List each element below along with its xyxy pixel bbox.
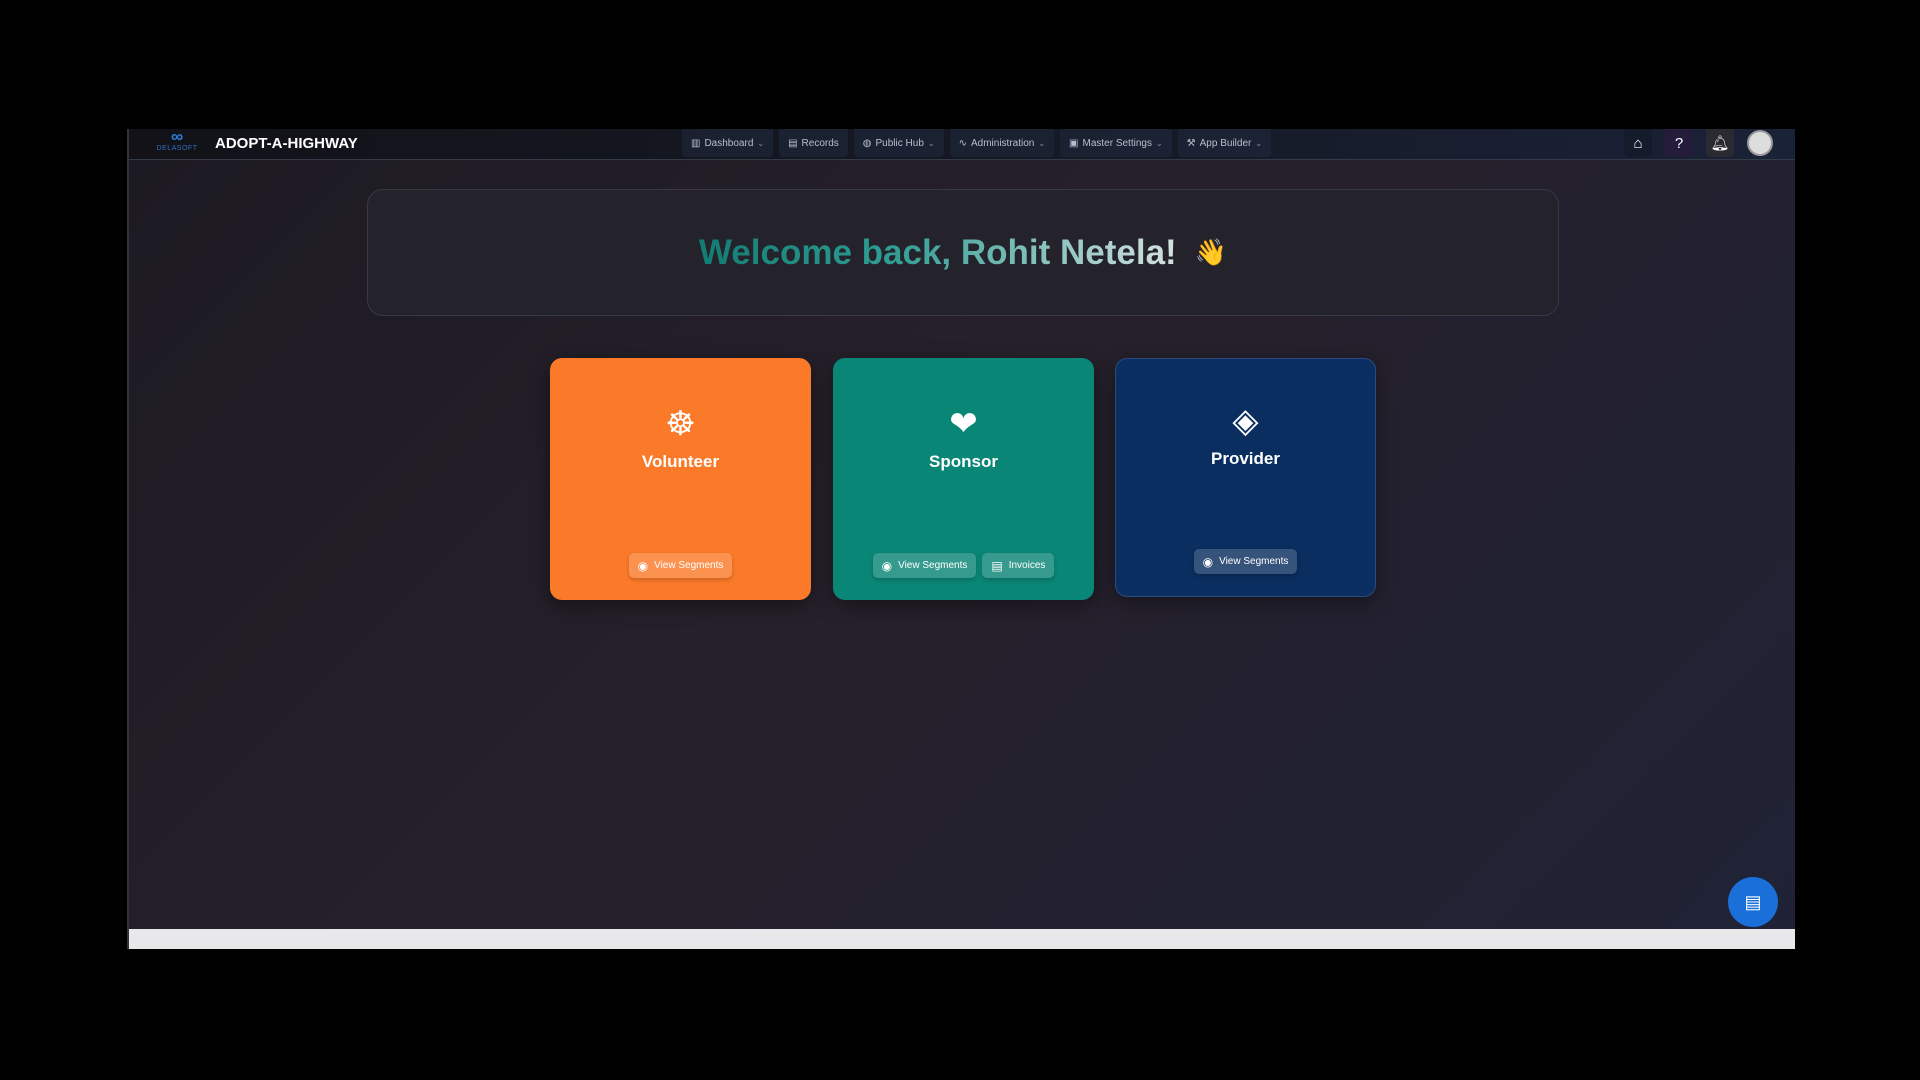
- view-segments-button[interactable]: ◉View Segments: [629, 553, 733, 578]
- handshake-icon: ◈: [1116, 401, 1375, 441]
- eye-icon: ◉: [1203, 555, 1213, 569]
- chevron-down-icon: ⌄: [1255, 139, 1262, 148]
- user-avatar[interactable]: [1747, 130, 1773, 156]
- dashboard-icon: ▥: [691, 138, 700, 149]
- chevron-down-icon: ⌄: [757, 139, 764, 148]
- waving-hand-icon: 👋: [1195, 237, 1227, 268]
- volunteer-group-icon: ☸: [550, 404, 811, 444]
- provider-card[interactable]: ◈ Provider ◉View Segments: [1115, 358, 1376, 597]
- tools-icon: ⚒: [1187, 138, 1196, 149]
- menu-records[interactable]: ▤Records: [779, 129, 848, 157]
- menu-dashboard[interactable]: ▥Dashboard⌄: [682, 129, 773, 157]
- menu-app-builder[interactable]: ⚒App Builder⌄: [1178, 129, 1271, 157]
- delasoft-logo[interactable]: ∞DELASOFT: [153, 129, 201, 159]
- eye-icon: ◉: [638, 559, 648, 573]
- card-title: Volunteer: [550, 452, 811, 472]
- top-navbar: ∞DELASOFT ADOPT-A-HIGHWAY ▥Dashboard⌄ ▤R…: [129, 129, 1795, 160]
- view-segments-button[interactable]: ◉View Segments: [873, 553, 977, 578]
- menu-public-hub[interactable]: ◍Public Hub⌄: [854, 129, 944, 157]
- card-title: Sponsor: [833, 452, 1094, 472]
- folder-icon: ▤: [788, 138, 797, 149]
- welcome-heading: Welcome back, Rohit Netela!: [699, 233, 1177, 273]
- home-icon[interactable]: ⌂: [1624, 129, 1652, 157]
- notification-bell-icon[interactable]: 🔔︎: [1706, 129, 1734, 157]
- activity-icon: ∿: [959, 138, 967, 149]
- hand-holding-heart-icon: ❤: [833, 404, 1094, 444]
- chevron-down-icon: ⌄: [928, 139, 935, 148]
- chat-icon: ▤: [1744, 892, 1761, 913]
- sponsor-card[interactable]: ❤ Sponsor ◉View Segments ▤Invoices: [833, 358, 1094, 600]
- globe-icon: ◍: [863, 138, 872, 149]
- chevron-down-icon: ⌄: [1038, 139, 1045, 148]
- chat-button[interactable]: ▤: [1728, 877, 1778, 927]
- chevron-down-icon: ⌄: [1156, 139, 1163, 148]
- main-menu: ▥Dashboard⌄ ▤Records ◍Public Hub⌄ ∿Admin…: [682, 129, 1271, 157]
- menu-master-settings[interactable]: ▣Master Settings⌄: [1060, 129, 1172, 157]
- settings-icon: ▣: [1069, 138, 1078, 149]
- menu-administration[interactable]: ∿Administration⌄: [950, 129, 1054, 157]
- view-segments-button[interactable]: ◉View Segments: [1194, 549, 1298, 574]
- invoices-button[interactable]: ▤Invoices: [982, 553, 1054, 578]
- help-icon[interactable]: ?: [1665, 129, 1693, 157]
- invoice-icon: ▤: [991, 559, 1002, 573]
- volunteer-card[interactable]: ☸ Volunteer ◉View Segments: [550, 358, 811, 600]
- app-window: ∞DELASOFT ADOPT-A-HIGHWAY ▥Dashboard⌄ ▤R…: [127, 129, 1795, 949]
- app-title: ADOPT-A-HIGHWAY: [215, 135, 358, 152]
- welcome-banner: Welcome back, Rohit Netela! 👋: [367, 189, 1559, 316]
- eye-icon: ◉: [882, 559, 892, 573]
- bottom-bar: [129, 929, 1795, 949]
- card-title: Provider: [1116, 449, 1375, 469]
- header-actions: ⌂ ? 🔔︎: [1624, 129, 1773, 157]
